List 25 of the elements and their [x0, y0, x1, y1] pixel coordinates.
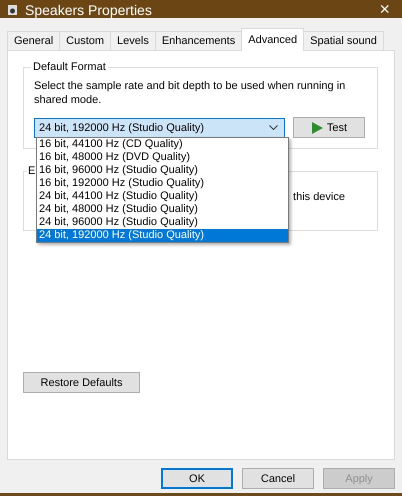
play-icon — [310, 122, 323, 134]
group-label: E — [27, 165, 36, 177]
dropdown-option[interactable]: 16 bit, 44100 Hz (CD Quality) — [37, 138, 288, 151]
group-label: Default Format — [32, 61, 107, 73]
dropdown-option[interactable]: 24 bit, 44100 Hz (Studio Quality) — [37, 190, 288, 203]
dropdown-option[interactable]: 24 bit, 48000 Hz (Studio Quality) — [37, 203, 288, 216]
tab[interactable]: Spatial sound — [303, 31, 384, 50]
chevron-icon — [269, 125, 278, 130]
dropdown-option[interactable]: 16 bit, 48000 Hz (DVD Quality) — [37, 151, 288, 164]
test-button[interactable]: Test — [293, 117, 365, 138]
dropdown-option[interactable]: 16 bit, 96000 Hz (Studio Quality) — [37, 164, 288, 177]
dialog-button[interactable]: OK — [161, 468, 233, 489]
speaker-icon — [8, 5, 17, 15]
dropdown-option[interactable]: 24 bit, 192000 Hz (Studio Quality) — [37, 229, 288, 242]
description: Select the sample rate and bit depth to be used when running in shared mode. — [34, 79, 346, 107]
tab[interactable]: Advanced — [241, 28, 304, 51]
restore-defaults-button[interactable]: Restore Defaults — [23, 372, 140, 393]
tab[interactable]: General — [7, 31, 60, 50]
window-title: Speakers Properties — [8, 2, 152, 18]
dropdown-option[interactable]: 24 bit, 96000 Hz (Studio Quality) — [37, 216, 288, 229]
close-button[interactable]: × — [379, 0, 390, 18]
option-text: this device — [293, 191, 345, 205]
dialog-button[interactable]: Cancel — [242, 468, 314, 489]
format-dropdown[interactable]: 24 bit, 192000 Hz (Studio Quality) — [34, 118, 285, 138]
dropdown-option[interactable]: 16 bit, 192000 Hz (Studio Quality) — [37, 177, 288, 190]
